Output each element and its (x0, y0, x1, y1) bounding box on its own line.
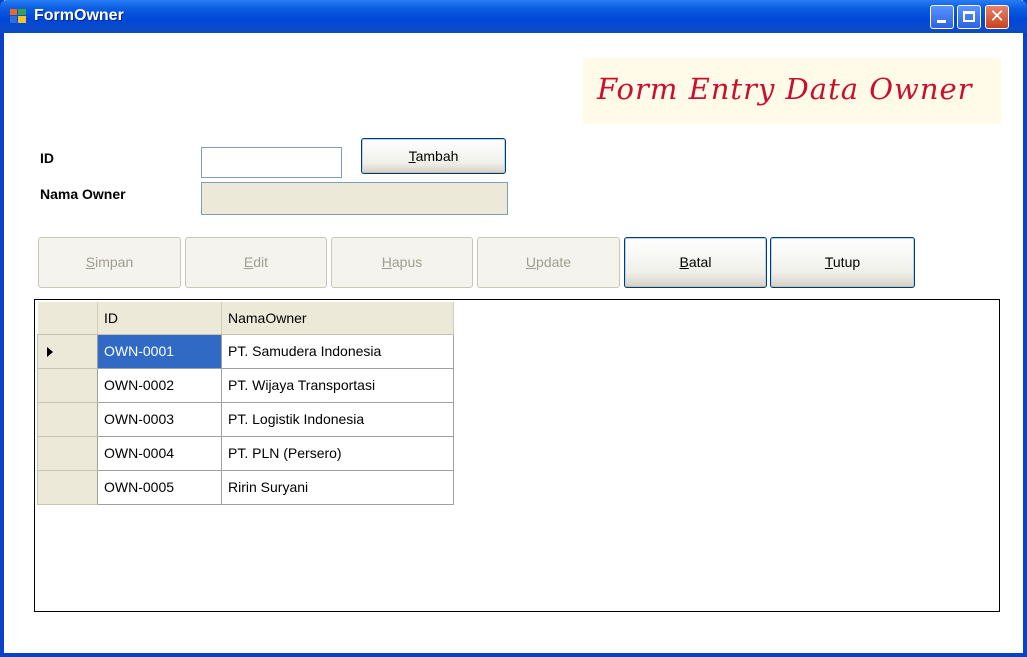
owner-data-grid[interactable]: ID NamaOwner OWN-0001 PT. Samudera Indon… (34, 299, 1000, 612)
tambah-button[interactable]: Tambah (361, 138, 506, 174)
row-header-corner[interactable] (37, 302, 98, 335)
table-row[interactable]: OWN-0005 Ririn Suryani (37, 469, 454, 505)
column-header-namaowner[interactable]: NamaOwner (221, 302, 454, 335)
table-row[interactable]: OWN-0003 PT. Logistik Indonesia (37, 401, 454, 437)
tutup-button-label: Tutup (824, 254, 861, 270)
window-title: FormOwner (34, 7, 124, 24)
row-header[interactable] (37, 435, 98, 471)
current-row-arrow-icon (47, 346, 53, 357)
maximize-icon (963, 11, 975, 22)
cell-id[interactable]: OWN-0003 (97, 401, 222, 437)
hapus-button-label: Hapus (381, 254, 423, 270)
maximize-button[interactable] (957, 5, 981, 29)
tutup-button[interactable]: Tutup (770, 237, 915, 288)
cell-id[interactable]: OWN-0001 (97, 333, 222, 369)
nama-owner-label: Nama Owner (40, 186, 126, 202)
edit-button-label: Edit (243, 254, 269, 270)
id-label: ID (40, 150, 54, 166)
row-header[interactable] (37, 333, 98, 369)
column-header-id[interactable]: ID (97, 302, 222, 335)
close-button[interactable]: ✕ (985, 5, 1009, 29)
table-row[interactable]: OWN-0001 PT. Samudera Indonesia (37, 333, 454, 369)
cell-namaowner[interactable]: PT. Logistik Indonesia (221, 401, 454, 437)
banner-title: Form Entry Data Owner (597, 72, 973, 106)
update-button-label: Update (525, 254, 572, 270)
cell-namaowner[interactable]: PT. PLN (Persero) (221, 435, 454, 471)
title-bar[interactable]: FormOwner ✕ (0, 0, 1027, 33)
row-header[interactable] (37, 469, 98, 505)
app-icon (10, 9, 26, 23)
row-header[interactable] (37, 367, 98, 403)
owner-table: ID NamaOwner OWN-0001 PT. Samudera Indon… (37, 302, 454, 505)
close-icon: ✕ (989, 6, 1005, 27)
cell-id[interactable]: OWN-0002 (97, 367, 222, 403)
batal-button[interactable]: Batal (624, 237, 767, 288)
table-row[interactable]: OWN-0004 PT. PLN (Persero) (37, 435, 454, 471)
cell-namaowner[interactable]: Ririn Suryani (221, 469, 454, 505)
minimize-button[interactable] (930, 5, 954, 29)
cell-namaowner[interactable]: PT. Samudera Indonesia (221, 333, 454, 369)
edit-button[interactable]: Edit (185, 237, 327, 288)
nama-owner-input[interactable] (201, 182, 508, 215)
hapus-button[interactable]: Hapus (331, 237, 473, 288)
cell-namaowner[interactable]: PT. Wijaya Transportasi (221, 367, 454, 403)
table-row[interactable]: OWN-0002 PT. Wijaya Transportasi (37, 367, 454, 403)
form-banner: Form Entry Data Owner (583, 58, 1001, 124)
batal-button-label: Batal (679, 254, 712, 270)
grid-header-row: ID NamaOwner (37, 302, 454, 335)
simpan-button-label: Simpan (85, 254, 134, 270)
minimize-icon (937, 20, 946, 23)
update-button[interactable]: Update (477, 237, 620, 288)
id-input[interactable] (201, 147, 342, 178)
simpan-button[interactable]: Simpan (38, 237, 181, 288)
cell-id[interactable]: OWN-0005 (97, 469, 222, 505)
row-header[interactable] (37, 401, 98, 437)
tambah-button-label: Tambah (408, 148, 459, 164)
cell-id[interactable]: OWN-0004 (97, 435, 222, 471)
